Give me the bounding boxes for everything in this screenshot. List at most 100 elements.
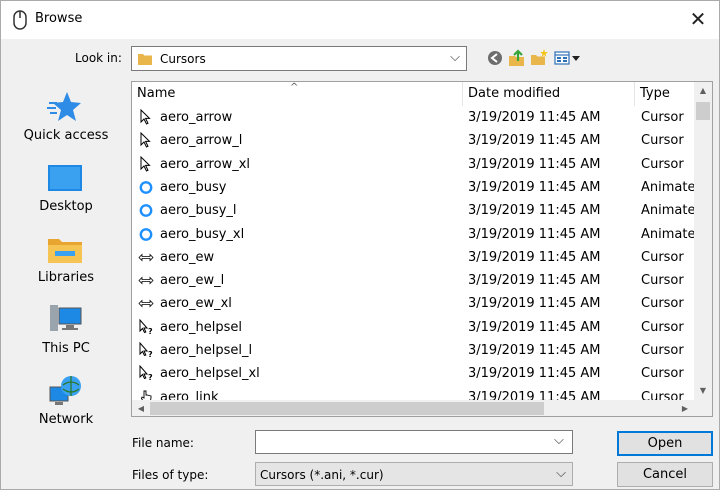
- up-folder-icon[interactable]: [507, 48, 527, 68]
- place-quick-access[interactable]: Quick access: [9, 81, 123, 151]
- help-cursor-icon: ?: [138, 341, 154, 359]
- files-of-type-select[interactable]: Cursors (*.ani, *.cur) ⌵: [255, 462, 573, 486]
- busy-ring-icon: [138, 226, 154, 243]
- file-row[interactable]: aero_arrow_xl 3/19/2019 11:45 AM Cursor: [132, 153, 694, 176]
- file-date: 3/19/2019 11:45 AM: [468, 366, 601, 382]
- arrow-cursor-icon: [138, 108, 154, 126]
- file-type: Animate: [641, 179, 694, 195]
- file-name: aero_arrow_l: [160, 133, 243, 149]
- file-row[interactable]: aero_ew 3/19/2019 11:45 AM Cursor: [132, 246, 694, 269]
- place-libraries[interactable]: Libraries: [9, 223, 123, 293]
- file-name: aero_ew_xl: [160, 296, 232, 312]
- file-row[interactable]: aero_ew_l 3/19/2019 11:45 AM Cursor: [132, 269, 694, 292]
- view-menu-icon[interactable]: [553, 48, 581, 68]
- mouse-icon: [13, 10, 27, 30]
- file-row[interactable]: aero_busy_xl 3/19/2019 11:45 AM Animate: [132, 223, 694, 246]
- look-in-combo[interactable]: Cursors ⌵: [131, 46, 467, 71]
- resize-ew-icon: [138, 272, 154, 289]
- file-date: 3/19/2019 11:45 AM: [468, 273, 601, 289]
- help-cursor-icon: ?: [138, 364, 154, 382]
- horizontal-scrollbar[interactable]: ◀ ▶: [132, 400, 694, 416]
- look-in-label: Look in:: [75, 51, 122, 65]
- file-row[interactable]: ? aero_helpsel_l 3/19/2019 11:45 AM Cursor: [132, 339, 694, 362]
- busy-ring-icon: [138, 202, 154, 219]
- back-icon[interactable]: [485, 48, 505, 68]
- list-rows: aero_arrow 3/19/2019 11:45 AM Cursor aero_a…: [132, 106, 694, 402]
- file-row[interactable]: aero_busy_l 3/19/2019 11:45 AM Animate: [132, 199, 694, 222]
- file-type: Cursor: [641, 249, 684, 265]
- file-name: aero_busy_xl: [160, 226, 245, 242]
- folder-icon: [138, 54, 152, 65]
- busy-ring-icon: [138, 179, 154, 196]
- file-row[interactable]: aero_ew_xl 3/19/2019 11:45 AM Cursor: [132, 292, 694, 315]
- file-list[interactable]: ^ Name Date modified Type aero_arrow 3/19…: [131, 81, 713, 417]
- file-type: Cursor: [641, 366, 684, 382]
- file-name-label: File name:: [132, 436, 194, 450]
- scroll-left-icon[interactable]: ◀: [132, 400, 150, 416]
- window-title: Browse: [35, 11, 83, 26]
- file-name: aero_busy: [160, 179, 227, 195]
- place-network[interactable]: Network: [9, 365, 123, 435]
- resize-ew-icon: [138, 249, 154, 266]
- scroll-thumb[interactable]: [150, 402, 544, 415]
- svg-text:?: ?: [148, 373, 153, 382]
- cancel-button[interactable]: Cancel: [617, 462, 713, 487]
- file-row[interactable]: ? aero_helpsel_xl 3/19/2019 11:45 AM Cursor: [132, 362, 694, 385]
- file-type: Cursor: [641, 133, 684, 149]
- scroll-down-icon[interactable]: ▼: [694, 382, 712, 400]
- chevron-down-icon: ⌵: [556, 466, 566, 481]
- place-label: Network: [38, 412, 94, 427]
- look-in-value: Cursors: [160, 52, 206, 66]
- file-row[interactable]: aero_arrow 3/19/2019 11:45 AM Cursor: [132, 106, 694, 129]
- file-row[interactable]: ? aero_helpsel 3/19/2019 11:45 AM Cursor: [132, 316, 694, 339]
- chevron-down-icon[interactable]: ⌵: [554, 433, 564, 448]
- scroll-up-icon[interactable]: ▲: [694, 82, 712, 100]
- open-button[interactable]: Open: [617, 431, 713, 456]
- close-button[interactable]: ✕: [681, 5, 715, 33]
- place-label: Quick access: [23, 128, 109, 143]
- chevron-down-icon[interactable]: ⌵: [450, 50, 460, 65]
- title-bar[interactable]: Browse ✕: [1, 1, 719, 39]
- file-type: Cursor: [641, 110, 684, 125]
- svg-text:?: ?: [148, 327, 153, 336]
- file-type: Cursor: [641, 319, 684, 335]
- file-date: 3/19/2019 11:45 AM: [468, 343, 601, 358]
- file-date: 3/19/2019 11:45 AM: [468, 179, 601, 195]
- files-of-type-value: Cursors (*.ani, *.cur): [260, 468, 384, 482]
- file-name: aero_ew_l: [160, 273, 225, 289]
- place-desktop[interactable]: Desktop: [9, 152, 123, 222]
- svg-text:?: ?: [148, 350, 153, 359]
- places-bar: Quick access Desktop Libraries This PC N…: [9, 81, 123, 427]
- place-this-pc[interactable]: This PC: [9, 294, 123, 364]
- desktop-icon: [48, 165, 82, 191]
- file-type: Cursor: [641, 156, 684, 172]
- scroll-thumb[interactable]: [696, 102, 710, 120]
- sort-ascending-icon: ^: [290, 82, 299, 93]
- file-date: 3/19/2019 11:45 AM: [468, 133, 601, 149]
- file-name: aero_busy_l: [160, 203, 237, 219]
- file-name: aero_ew: [160, 249, 215, 265]
- file-date: 3/19/2019 11:45 AM: [468, 156, 601, 172]
- file-name-input[interactable]: [255, 430, 573, 454]
- file-type: Animate: [641, 226, 694, 242]
- column-header-type[interactable]: Type: [635, 82, 694, 106]
- scroll-right-icon[interactable]: ▶: [676, 400, 694, 416]
- file-date: 3/19/2019 11:45 AM: [468, 319, 601, 335]
- file-name: aero_arrow_xl: [160, 156, 251, 172]
- browse-dialog: Browse ✕ Look in: Cursors ⌵ Quick access…: [0, 0, 720, 490]
- vertical-scrollbar[interactable]: ▲ ▼: [694, 82, 712, 400]
- file-name: aero_helpsel: [160, 319, 242, 335]
- place-label: Libraries: [37, 270, 95, 285]
- files-of-type-label: Files of type:: [132, 468, 209, 482]
- file-type: Animate: [641, 203, 694, 219]
- column-header-date[interactable]: Date modified: [463, 82, 635, 106]
- file-type: Cursor: [641, 273, 684, 289]
- file-row[interactable]: aero_busy 3/19/2019 11:45 AM Animate: [132, 176, 694, 199]
- libraries-icon: [48, 239, 82, 263]
- file-date: 3/19/2019 11:45 AM: [468, 110, 601, 125]
- new-folder-icon[interactable]: [529, 48, 549, 68]
- column-header-name[interactable]: ^ Name: [132, 82, 463, 106]
- file-date: 3/19/2019 11:45 AM: [468, 296, 601, 312]
- network-icon: [49, 376, 81, 405]
- file-row[interactable]: aero_arrow_l 3/19/2019 11:45 AM Cursor: [132, 129, 694, 152]
